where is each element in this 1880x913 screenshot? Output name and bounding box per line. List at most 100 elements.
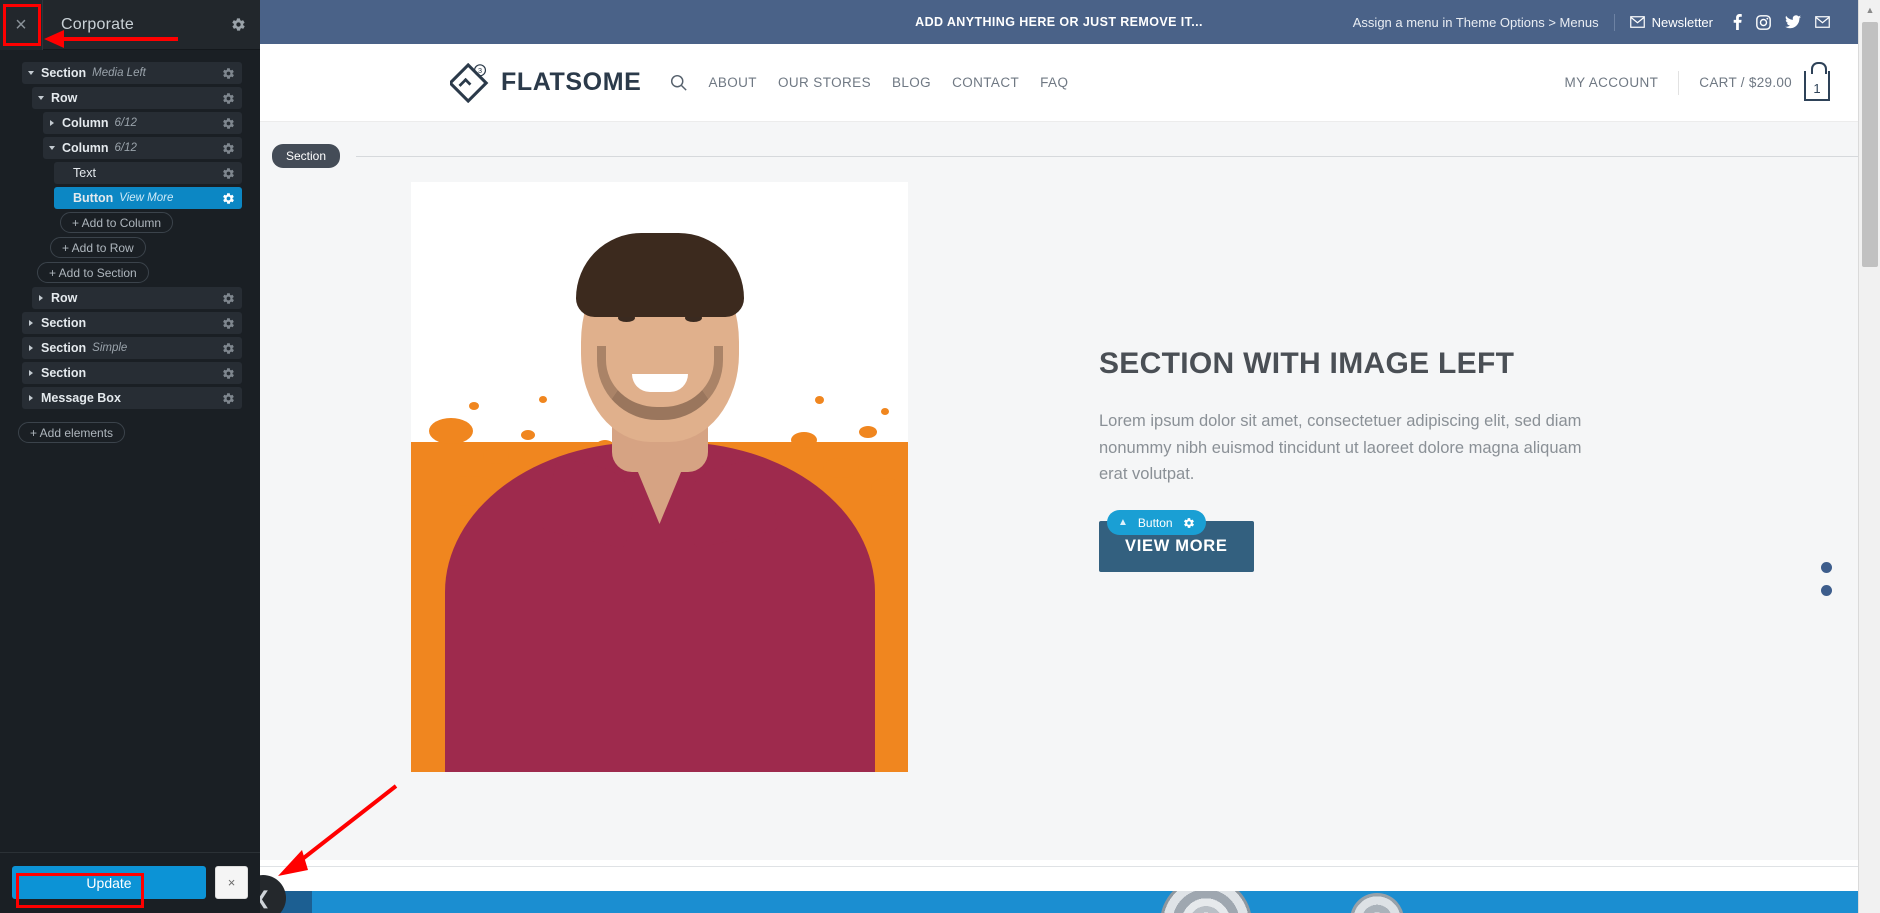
node-meta: Simple — [92, 342, 128, 354]
add-button-l2[interactable]: + Add to Row — [50, 237, 146, 258]
tree-node-row[interactable]: Row — [32, 287, 242, 309]
sidebar-footer: Update × — [0, 852, 260, 913]
header-divider — [1678, 70, 1680, 95]
add-button-l1[interactable]: + Add to Section — [37, 262, 149, 283]
newsletter-link[interactable]: Newsletter — [1629, 15, 1713, 30]
dismiss-button[interactable]: × — [215, 866, 248, 899]
cart-label: CART / $29.00 — [1699, 75, 1792, 90]
tree-node-column[interactable]: Column 6/12 — [43, 137, 242, 159]
close-panel-button[interactable]: × — [0, 0, 43, 50]
sidebar-header: × Corporate — [0, 0, 260, 50]
tree-node-text[interactable]: Text — [54, 162, 242, 184]
chevron-toggle-icon[interactable] — [28, 318, 38, 328]
chevron-toggle-icon[interactable] — [60, 168, 70, 178]
node-label: Button — [73, 191, 114, 205]
email-icon[interactable] — [1815, 16, 1830, 28]
text-column: SECTION WITH IMAGE LEFT Lorem ipsum dolo… — [1059, 182, 1858, 573]
add-button-l3[interactable]: + Add to Column — [60, 212, 174, 233]
node-label: Section — [41, 366, 87, 380]
gear-icon[interactable] — [222, 392, 235, 405]
node-meta: Media Left — [92, 67, 146, 79]
nav-dot-2[interactable] — [1821, 585, 1832, 596]
chevron-toggle-icon[interactable] — [38, 93, 48, 103]
element-tree: Section Media Left Row Column 6/12 Column 6/12… — [0, 50, 260, 852]
gear-icon[interactable] — [222, 142, 235, 155]
header-right: MY ACCOUNT CART / $29.00 1 — [1565, 61, 1830, 101]
tree-node-button[interactable]: Button View More — [54, 187, 242, 209]
instagram-icon[interactable] — [1756, 14, 1771, 30]
gear-icon[interactable] — [222, 67, 235, 80]
chevron-toggle-icon[interactable] — [49, 143, 59, 153]
node-meta: 6/12 — [114, 142, 137, 154]
tree-node-column[interactable]: Column 6/12 — [43, 112, 242, 134]
cart-button[interactable]: CART / $29.00 1 — [1699, 61, 1830, 101]
scroll-up-button[interactable]: ▲ — [1859, 0, 1880, 20]
my-account-link[interactable]: MY ACCOUNT — [1565, 75, 1659, 90]
node-label: Row — [51, 291, 78, 305]
node-meta: View More — [119, 192, 174, 204]
gear-icon[interactable] — [222, 367, 235, 380]
menu-notice-link[interactable]: Assign a menu in Theme Options > Menus — [1353, 15, 1599, 30]
tree-node-section[interactable]: Section Media Left — [22, 62, 242, 84]
section-media-left[interactable]: Section SECTION WITH IMAGE LEFT Lorem ip… — [260, 122, 1858, 860]
gear-photo-large — [1160, 891, 1252, 913]
hero-image — [411, 182, 908, 772]
gear-icon[interactable] — [222, 92, 235, 105]
badge-label: Button — [1137, 515, 1173, 530]
nav-item-our-stores[interactable]: OUR STORES — [778, 75, 871, 90]
nav-item-contact[interactable]: CONTACT — [952, 75, 1019, 90]
chevron-toggle-icon[interactable] — [28, 368, 38, 378]
tree-node-section[interactable]: Section — [22, 312, 242, 334]
tree-node-section[interactable]: Section — [22, 362, 242, 384]
facebook-icon[interactable] — [1733, 14, 1742, 30]
section-paragraph[interactable]: Lorem ipsum dolor sit amet, consectetuer… — [1099, 408, 1599, 488]
topbar-divider — [1613, 13, 1615, 31]
nav-item-faq[interactable]: FAQ — [1040, 75, 1068, 90]
gear-icon[interactable] — [222, 342, 235, 355]
site-preview: ADD ANYTHING HERE OR JUST REMOVE IT... A… — [260, 0, 1880, 913]
chevron-toggle-icon[interactable] — [28, 343, 38, 353]
button-element-badge[interactable]: ▲ Button — [1107, 510, 1206, 536]
gear-icon[interactable] — [222, 317, 235, 330]
section-tag-badge[interactable]: Section — [272, 144, 341, 168]
next-section-preview[interactable] — [260, 866, 1858, 913]
cart-count: 1 — [1813, 80, 1821, 96]
search-icon[interactable] — [670, 74, 688, 91]
next-section-banner — [260, 891, 1858, 913]
twitter-icon[interactable] — [1785, 15, 1801, 29]
site-logo[interactable]: 3 FLATSOME — [447, 62, 642, 103]
close-icon: × — [15, 13, 27, 36]
chevron-toggle-icon[interactable] — [28, 393, 38, 403]
nav-item-about[interactable]: ABOUT — [708, 75, 757, 90]
chevron-toggle-icon[interactable] — [60, 193, 70, 203]
gear-icon[interactable] — [1183, 517, 1195, 529]
gear-icon[interactable] — [222, 292, 235, 305]
chevron-toggle-icon[interactable] — [49, 118, 59, 128]
section-outline — [356, 156, 1858, 157]
logo-text: FLATSOME — [501, 68, 642, 96]
update-button[interactable]: Update — [12, 866, 206, 899]
flatsome-page-builder: × Corporate Section Media Left Row Column 6/… — [0, 0, 1880, 913]
section-inner: SECTION WITH IMAGE LEFT Lorem ipsum dolo… — [260, 122, 1858, 772]
gear-icon[interactable] — [222, 117, 235, 130]
nav-dot-1[interactable] — [1821, 562, 1832, 573]
scrollbar-thumb[interactable] — [1862, 22, 1878, 267]
chevron-toggle-icon[interactable] — [28, 68, 38, 78]
gear-icon — [231, 17, 246, 32]
add-row: + Add to Section — [10, 262, 250, 283]
site-header: 3 FLATSOME ABOUT OUR STORES BLOG CONTACT… — [260, 44, 1858, 122]
gear-icon[interactable] — [222, 192, 235, 205]
add-row: + Add to Row — [10, 237, 250, 258]
chevron-toggle-icon[interactable] — [38, 293, 48, 303]
tree-node-section[interactable]: Section Simple — [22, 337, 242, 359]
section-title[interactable]: SECTION WITH IMAGE LEFT — [1099, 347, 1798, 381]
panel-settings-button[interactable] — [216, 0, 260, 50]
node-label: Section — [41, 66, 87, 80]
tree-node-message-box[interactable]: Message Box — [22, 387, 242, 409]
nav-item-blog[interactable]: BLOG — [892, 75, 931, 90]
tree-node-row[interactable]: Row — [32, 87, 242, 109]
add-elements-button[interactable]: + Add elements — [18, 422, 126, 443]
node-label: Section — [41, 341, 87, 355]
gear-icon[interactable] — [222, 167, 235, 180]
vertical-scrollbar[interactable]: ▲ — [1858, 0, 1880, 913]
